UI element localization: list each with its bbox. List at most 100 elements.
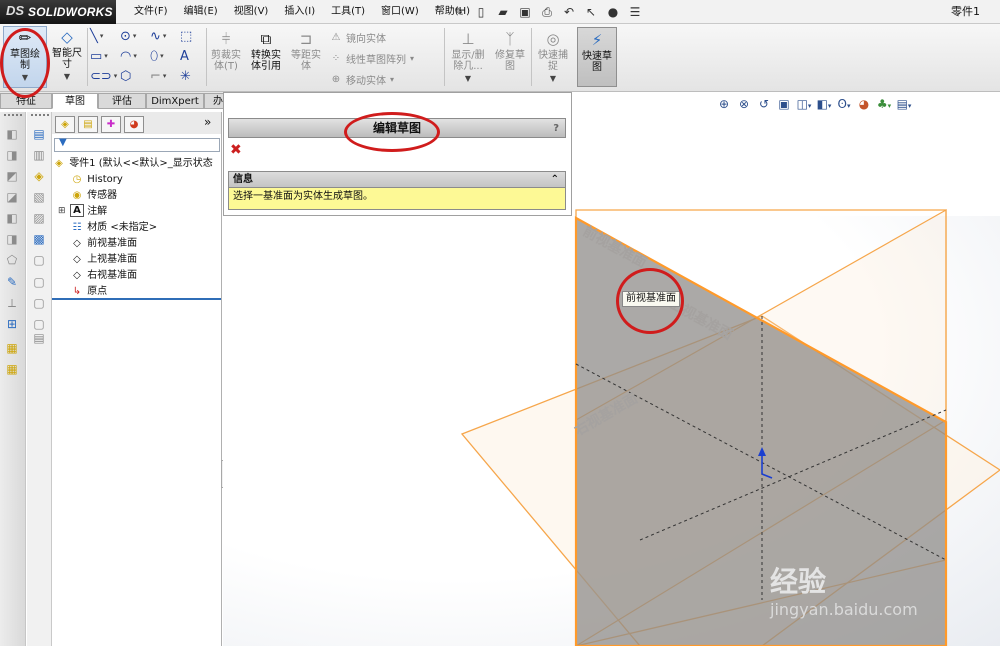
line-icon[interactable]: ╲ ▾ xyxy=(90,28,120,44)
design-table-icon[interactable]: ▩ xyxy=(31,231,47,247)
rebuild-icon[interactable]: ● xyxy=(604,3,622,21)
view-settings-icon[interactable]: ▤▾ xyxy=(896,96,912,112)
grid-icon[interactable]: ▤ xyxy=(31,330,47,346)
feature-manager-tab[interactable]: ◈ xyxy=(55,116,75,133)
tab-dimxpert[interactable]: DimXpert xyxy=(146,93,204,109)
toolbar-grip[interactable] xyxy=(4,114,22,117)
zoom-area-icon[interactable]: ⊗ xyxy=(736,96,752,112)
mirror-entities-button[interactable]: ⚠ 镜向实体 xyxy=(330,30,414,45)
options-icon[interactable]: ☰ xyxy=(626,3,644,21)
pin-icon[interactable]: ✎ xyxy=(450,3,468,21)
text-icon[interactable]: A xyxy=(180,48,204,64)
tree-item-front-plane[interactable]: ◇ 前视基准面 xyxy=(52,236,222,251)
menu-edit[interactable]: 编辑(E) xyxy=(176,0,226,24)
point-icon[interactable]: ✳ xyxy=(180,68,204,84)
chevron-down-icon[interactable]: ▼ xyxy=(64,71,70,82)
layer-icon[interactable]: ▦ xyxy=(4,361,20,377)
surface-on-face-icon[interactable]: ⬚ xyxy=(180,28,204,44)
view-orientation-icon[interactable]: ◫▾ xyxy=(796,96,812,112)
graphics-area[interactable] xyxy=(223,216,1000,646)
configuration-manager-tab[interactable]: ✚ xyxy=(101,116,121,133)
sketch-button[interactable]: ✏ 草图绘制 ▼ xyxy=(3,26,47,88)
hide-show-icon[interactable]: ʘ▾ xyxy=(836,96,852,112)
slot-icon[interactable]: ⊂⊃ ▾ xyxy=(90,68,120,84)
smart-dimension-icon[interactable]: ⟂ xyxy=(4,295,20,311)
circle-icon[interactable]: ⊙ ▾ xyxy=(120,28,150,44)
assembly-icon[interactable]: ▨ xyxy=(31,210,47,226)
previous-view-icon[interactable]: ↺ xyxy=(756,96,772,112)
convert-entities-button[interactable]: ⧉ 转换实体引用 xyxy=(247,30,285,72)
zoom-to-fit-icon[interactable]: ⊕ xyxy=(716,96,732,112)
new-file-icon[interactable]: ▯ xyxy=(472,3,490,21)
select-icon[interactable]: ↖ xyxy=(582,3,600,21)
tree-filter[interactable]: ▼ xyxy=(54,137,220,152)
menu-window[interactable]: 窗口(W) xyxy=(373,0,427,24)
trim-entities-button[interactable]: ⫩ 剪裁实体(T) xyxy=(208,30,244,72)
solidworks-logo[interactable]: DS SOLIDWORKS xyxy=(0,0,116,24)
view-icon[interactable]: ▢ xyxy=(31,252,47,268)
tree-item-annotations[interactable]: A 注解 xyxy=(52,204,222,219)
info-section-header[interactable]: 信息 ⌃ xyxy=(228,171,566,188)
undo-icon[interactable]: ↶ xyxy=(560,3,578,21)
fillet-icon[interactable]: ⌐ ▾ xyxy=(150,68,180,84)
menu-tools[interactable]: 工具(T) xyxy=(323,0,373,24)
cut-extrude-icon[interactable]: ◧ xyxy=(4,210,20,226)
offset-entities-button[interactable]: ⊐ 等距实体 xyxy=(288,30,324,72)
help-icon[interactable]: ? xyxy=(553,120,559,138)
tree-item-sensors[interactable]: ◉ 传感器 xyxy=(52,188,222,203)
collapse-icon[interactable]: ⌃ xyxy=(551,172,559,187)
view-icon[interactable]: ▢ xyxy=(31,295,47,311)
menu-insert[interactable]: 插入(I) xyxy=(276,0,323,24)
quick-snaps-button[interactable]: ◎ 快速捕捉 ▼ xyxy=(534,30,572,84)
repair-sketch-button[interactable]: ᛉ 修复草图 xyxy=(492,30,528,72)
appearance-icon[interactable]: ◕ xyxy=(856,96,872,112)
layer-icon[interactable]: ▦ xyxy=(4,340,20,356)
chevron-down-icon[interactable]: ▼ xyxy=(465,73,471,84)
view-icon[interactable]: ▥ xyxy=(31,147,47,163)
rapid-sketch-button[interactable]: ⚡ 快速草图 xyxy=(577,27,617,87)
revolve-icon[interactable]: ◨ xyxy=(4,147,20,163)
panel-divider[interactable] xyxy=(52,298,221,300)
sweep-icon[interactable]: ◩ xyxy=(4,168,20,184)
tree-item-material[interactable]: ☷ 材质 <未指定> xyxy=(52,220,222,235)
toolbar-grip[interactable] xyxy=(31,114,49,117)
relations-icon[interactable]: ⊞ xyxy=(4,316,20,332)
chevron-down-icon[interactable]: ▼ xyxy=(22,72,28,83)
linear-pattern-button[interactable]: ⁘ 线性草图阵列 ▾ xyxy=(330,51,414,66)
menu-view[interactable]: 视图(V) xyxy=(226,0,277,24)
chevron-down-icon[interactable]: ▼ xyxy=(550,73,556,84)
print-icon[interactable]: ⎙ xyxy=(538,3,556,21)
view-icon[interactable]: ▢ xyxy=(31,274,47,290)
tree-root-part[interactable]: ◈ 零件1 (默认<<默认>_显示状态 xyxy=(52,156,222,171)
ellipse-icon[interactable]: ⬯ ▾ xyxy=(150,48,180,64)
tree-item-history[interactable]: ◷ History xyxy=(52,172,222,187)
move-entities-button[interactable]: ⊕ 移动实体 ▾ xyxy=(330,72,414,87)
chevron-right-icon[interactable]: » xyxy=(204,115,211,129)
arc-icon[interactable]: ◠ ▾ xyxy=(120,48,150,64)
tree-item-top-plane[interactable]: ◇ 上视基准面 xyxy=(52,252,222,267)
part-icon[interactable]: ◈ xyxy=(31,168,47,184)
smart-dimension-button[interactable]: ◇ 智能尺寸 ▼ xyxy=(50,28,84,82)
polygon-icon[interactable]: ⬡ xyxy=(120,68,150,84)
extrude-icon[interactable]: ◧ xyxy=(4,126,20,142)
tab-features[interactable]: 特征 xyxy=(0,93,52,109)
chevron-down-icon[interactable]: ▾ xyxy=(410,54,414,63)
tree-item-origin[interactable]: ↳ 原点 xyxy=(52,284,222,299)
scene-icon[interactable]: ♣▾ xyxy=(876,96,892,112)
spline-icon[interactable]: ∿ ▾ xyxy=(150,28,180,44)
open-icon[interactable]: ▰ xyxy=(494,3,512,21)
shell-icon[interactable]: ⬠ xyxy=(4,252,20,268)
drawing-icon[interactable]: ▧ xyxy=(31,189,47,205)
sketch-tool-icon[interactable]: ✎ xyxy=(4,274,20,290)
display-delete-relations-button[interactable]: ⊥ 显示/删除几... ▼ xyxy=(448,30,488,84)
tab-evaluate[interactable]: 评估 xyxy=(98,93,146,109)
cancel-icon[interactable]: ✖ xyxy=(230,142,242,158)
table-icon[interactable]: ▤ xyxy=(31,126,47,142)
tab-sketch[interactable]: 草图 xyxy=(52,93,98,109)
display-manager-tab[interactable]: ◕ xyxy=(124,116,144,133)
chevron-down-icon[interactable]: ▾ xyxy=(390,75,394,84)
property-manager-tab[interactable]: ▤ xyxy=(78,116,98,133)
loft-icon[interactable]: ◪ xyxy=(4,189,20,205)
menu-file[interactable]: 文件(F) xyxy=(126,0,176,24)
save-icon[interactable]: ▣ xyxy=(516,3,534,21)
